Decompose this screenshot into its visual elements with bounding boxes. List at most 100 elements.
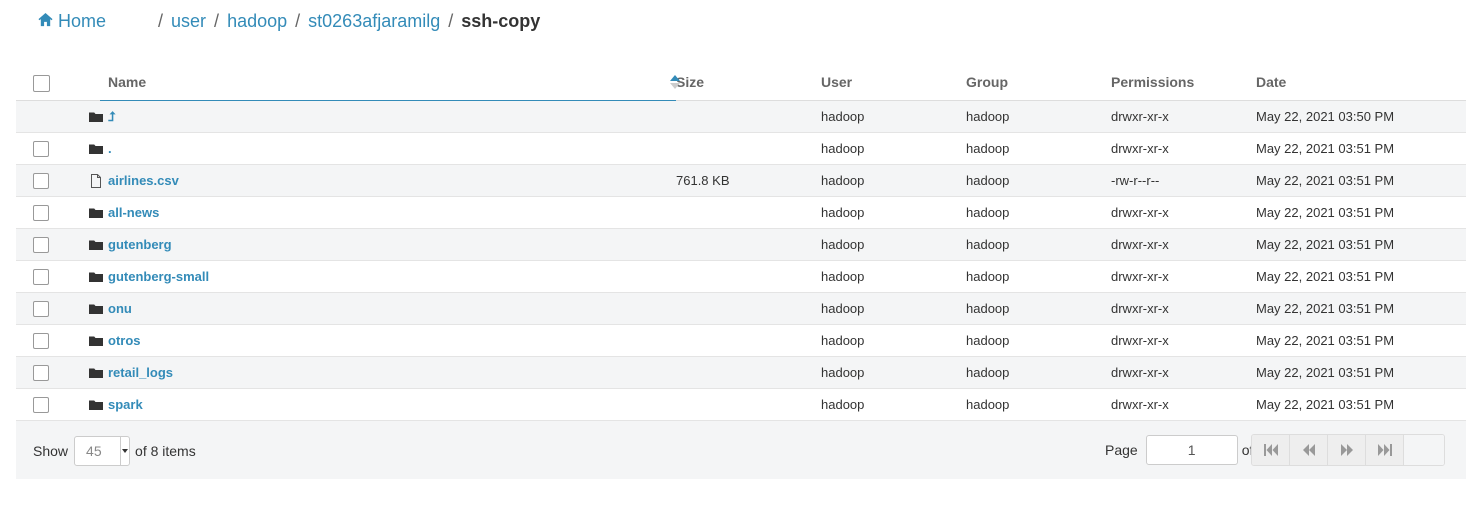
row-checkbox[interactable]: [33, 268, 49, 285]
breadcrumb-link-st0263afjaramilg[interactable]: st0263afjaramilg: [308, 11, 440, 32]
breadcrumb-link-hadoop[interactable]: hadoop: [227, 11, 287, 32]
next-page-button[interactable]: [1328, 435, 1366, 465]
table-row[interactable]: . hadoop hadoop drwxr-xr-x May 22, 2021 03:5…: [16, 132, 1466, 165]
row-checkbox[interactable]: [33, 140, 49, 157]
breadcrumb-link-user[interactable]: user: [171, 11, 206, 32]
table-row[interactable]: all-news hadoop hadoop drwxr-xr-x May 22, 20…: [16, 196, 1466, 229]
row-name-cell: retail_logs: [100, 356, 676, 389]
select-all-cell: [16, 64, 74, 101]
column-header-date[interactable]: Date: [1256, 64, 1466, 101]
row-size-cell: [676, 388, 821, 421]
column-header-date-label: Date: [1256, 74, 1287, 90]
row-checkbox[interactable]: [33, 300, 49, 317]
row-size-cell: [676, 324, 821, 357]
file-name-link[interactable]: airlines.csv: [100, 173, 179, 188]
row-checkbox[interactable]: [33, 236, 49, 253]
file-name-link[interactable]: otros: [100, 333, 141, 348]
file-browser: Home / user / hadoop / st0263afjaramilg …: [0, 0, 1484, 522]
row-permissions-cell: drwxr-xr-x: [1111, 356, 1256, 389]
row-user-cell: hadoop: [821, 196, 966, 229]
row-name-cell: spark: [100, 388, 676, 421]
file-name-link[interactable]: spark: [100, 397, 143, 412]
row-date-cell: May 22, 2021 03:51 PM: [1256, 228, 1466, 261]
table-row[interactable]: otros hadoop hadoop drwxr-xr-x May 22, 2021 …: [16, 324, 1466, 357]
file-name-link[interactable]: gutenberg-small: [100, 269, 209, 284]
page-size-select[interactable]: 45: [74, 436, 131, 466]
select-all-checkbox[interactable]: [33, 74, 50, 92]
row-size-cell: [676, 100, 821, 133]
prev-page-button[interactable]: [1290, 435, 1328, 465]
column-header-group[interactable]: Group: [966, 64, 1111, 101]
row-select-cell: [16, 356, 74, 389]
first-page-icon: [1263, 444, 1278, 456]
row-checkbox[interactable]: [33, 332, 49, 349]
row-name-cell: gutenberg-small: [100, 260, 676, 293]
file-name-link[interactable]: all-news: [100, 205, 159, 220]
file-name-link[interactable]: ⮥: [100, 109, 116, 124]
row-type-cell: [74, 260, 103, 293]
row-group-cell: hadoop: [966, 228, 1111, 261]
table-row[interactable]: gutenberg-small hadoop hadoop drwxr-xr-x May…: [16, 260, 1466, 293]
row-type-cell: [74, 228, 103, 261]
table-row[interactable]: spark hadoop hadoop drwxr-xr-x May 22, 2021 …: [16, 388, 1466, 421]
first-page-button[interactable]: [1252, 435, 1290, 465]
table-row[interactable]: onu hadoop hadoop drwxr-xr-x May 22, 2021 03…: [16, 292, 1466, 325]
breadcrumb-home[interactable]: Home: [38, 11, 106, 32]
row-date-cell: May 22, 2021 03:51 PM: [1256, 356, 1466, 389]
breadcrumb-separator: /: [214, 10, 220, 31]
row-group-cell: hadoop: [966, 356, 1111, 389]
column-header-group-label: Group: [966, 74, 1008, 90]
column-header-name[interactable]: Name: [100, 64, 680, 101]
row-permissions-cell: -rw-r--r--: [1111, 164, 1256, 197]
row-date-cell: May 22, 2021 03:51 PM: [1256, 388, 1466, 421]
table-row[interactable]: gutenberg hadoop hadoop drwxr-xr-x May 22, 2…: [16, 228, 1466, 261]
row-type-cell: [74, 292, 103, 325]
row-size-cell: [676, 260, 821, 293]
row-checkbox[interactable]: [33, 396, 49, 413]
file-table-container: Name Size User Group Permissions Date ⮥ h…: [16, 64, 1466, 421]
table-row[interactable]: ⮥ hadoop hadoop drwxr-xr-x May 22, 2021 03:5…: [16, 100, 1466, 133]
last-page-button[interactable]: [1366, 435, 1404, 465]
row-checkbox[interactable]: [33, 364, 49, 381]
column-header-permissions[interactable]: Permissions: [1111, 64, 1256, 101]
row-group-cell: hadoop: [966, 324, 1111, 357]
row-user-cell: hadoop: [821, 132, 966, 165]
row-date-cell: May 22, 2021 03:50 PM: [1256, 100, 1466, 133]
row-user-cell: hadoop: [821, 388, 966, 421]
row-select-cell: [16, 388, 74, 421]
prev-page-icon: [1302, 444, 1316, 456]
row-size-cell: 761.8 KB: [676, 164, 821, 197]
table-header-row: Name Size User Group Permissions Date: [16, 64, 1466, 101]
next-page-icon: [1340, 444, 1354, 456]
breadcrumb-current: ssh-copy: [461, 10, 541, 31]
file-name-link[interactable]: .: [100, 141, 112, 156]
row-group-cell: hadoop: [966, 100, 1111, 133]
row-group-cell: hadoop: [966, 164, 1111, 197]
column-header-user-label: User: [821, 74, 853, 90]
row-select-cell: [16, 292, 74, 325]
row-date-cell: May 22, 2021 03:51 PM: [1256, 324, 1466, 357]
row-user-cell: hadoop: [821, 260, 966, 293]
column-header-size[interactable]: Size: [676, 64, 821, 101]
column-header-user[interactable]: User: [821, 64, 966, 101]
file-name-link[interactable]: gutenberg: [100, 237, 172, 252]
row-group-cell: hadoop: [966, 292, 1111, 325]
row-select-cell: [16, 100, 74, 133]
table-row[interactable]: retail_logs hadoop hadoop drwxr-xr-x May 22,…: [16, 356, 1466, 389]
file-table: Name Size User Group Permissions Date ⮥ h…: [16, 64, 1466, 421]
pager-buttons: [1251, 434, 1445, 466]
table-row[interactable]: airlines.csv 761.8 KB hadoop hadoop -rw-r--r…: [16, 164, 1466, 197]
row-checkbox[interactable]: [33, 172, 49, 189]
file-name-link[interactable]: retail_logs: [100, 365, 173, 380]
page-number-input[interactable]: [1145, 435, 1238, 465]
breadcrumb-home-label: Home: [58, 10, 107, 31]
row-checkbox[interactable]: [33, 204, 49, 221]
row-name-cell: gutenberg: [100, 228, 676, 261]
row-user-cell: hadoop: [821, 100, 966, 133]
column-header-size-label: Size: [676, 74, 705, 90]
row-select-cell: [16, 196, 74, 229]
home-icon: [38, 11, 58, 32]
row-user-cell: hadoop: [821, 164, 966, 197]
file-name-link[interactable]: onu: [100, 301, 132, 316]
page-label: Page: [1105, 442, 1138, 458]
